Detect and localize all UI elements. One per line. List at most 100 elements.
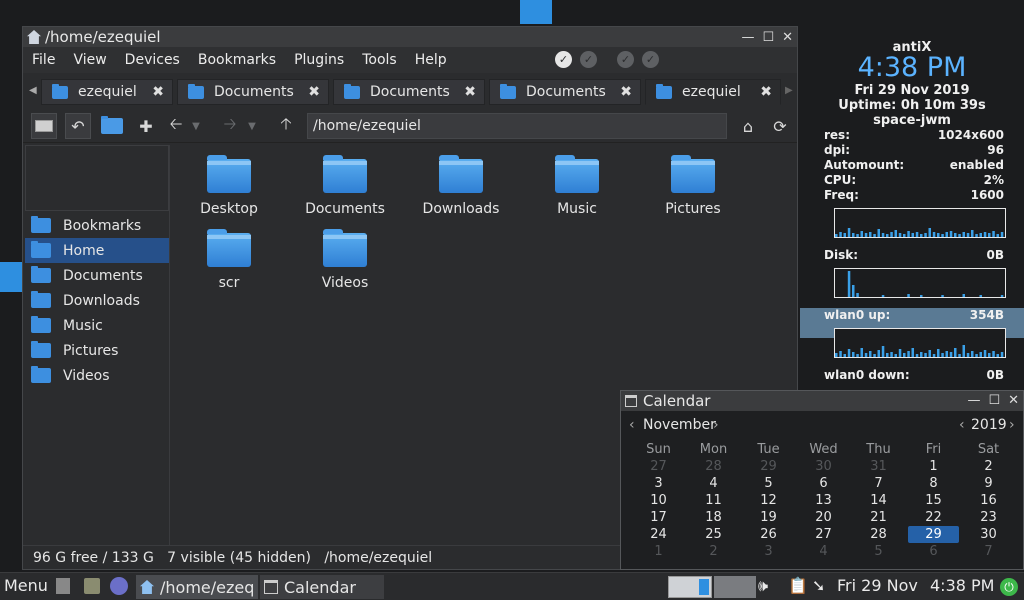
tab-close-icon[interactable]: ✖ bbox=[308, 84, 320, 100]
tab-1[interactable]: ezequiel ✖ bbox=[41, 79, 173, 105]
tab-close-icon[interactable]: ✖ bbox=[620, 84, 632, 100]
calendar-day[interactable]: 14 bbox=[853, 492, 904, 509]
calendar-day[interactable]: 9 bbox=[963, 475, 1014, 492]
new-folder-icon[interactable] bbox=[99, 113, 125, 139]
file-item-scr[interactable]: scr bbox=[179, 229, 279, 291]
forward-history-icon[interactable]: ▼ bbox=[245, 113, 259, 139]
calendar-day[interactable]: 6 bbox=[798, 475, 849, 492]
close-icon[interactable]: ✕ bbox=[1008, 391, 1019, 411]
sidebar-item-bookmarks[interactable]: Bookmarks bbox=[25, 213, 169, 238]
pager-desktop-1[interactable] bbox=[668, 576, 712, 598]
menu-devices[interactable]: Devices bbox=[116, 52, 189, 68]
calendar-day[interactable]: 4 bbox=[688, 475, 739, 492]
calendar-day[interactable]: 18 bbox=[688, 509, 739, 526]
file-item-videos[interactable]: Videos bbox=[295, 229, 395, 291]
next-year-icon[interactable]: › bbox=[1009, 417, 1015, 433]
calendar-day[interactable]: 30 bbox=[798, 458, 849, 475]
sidebar-item-videos[interactable]: Videos bbox=[25, 363, 169, 388]
calendar-day[interactable]: 5 bbox=[743, 475, 794, 492]
sidebar-item-home[interactable]: Home bbox=[25, 238, 169, 263]
clock-date[interactable]: Fri 29 Nov bbox=[837, 576, 918, 595]
tab-5-active[interactable]: ezequiel ✖ bbox=[645, 79, 781, 105]
pane-divider[interactable] bbox=[169, 145, 170, 545]
task-file-manager[interactable]: /home/ezeq bbox=[136, 575, 258, 599]
prev-year-icon[interactable]: ‹ bbox=[959, 417, 965, 433]
calendar-day[interactable]: 1 bbox=[908, 458, 959, 475]
show-desktop-icon[interactable] bbox=[56, 578, 70, 594]
sidebar-item-pictures[interactable]: Pictures bbox=[25, 338, 169, 363]
minimize-icon[interactable]: — bbox=[967, 391, 980, 411]
calendar-day[interactable]: 1 bbox=[633, 543, 684, 560]
drive-icon[interactable] bbox=[31, 113, 57, 139]
maximize-icon[interactable]: ☐ bbox=[762, 30, 774, 45]
maximize-icon[interactable]: ☐ bbox=[988, 391, 1000, 411]
tab-scroll-right-icon[interactable]: ▶ bbox=[785, 85, 793, 96]
back-icon[interactable]: 🡠 bbox=[163, 113, 189, 139]
file-item-downloads[interactable]: Downloads bbox=[411, 155, 511, 217]
panel-toggle-4-icon[interactable]: ✓ bbox=[642, 51, 659, 68]
calendar-day[interactable]: 22 bbox=[908, 509, 959, 526]
menu-tools[interactable]: Tools bbox=[353, 52, 406, 68]
clock-time[interactable]: 4:38 PM bbox=[930, 576, 994, 595]
tab-2[interactable]: Documents ✖ bbox=[177, 79, 329, 105]
panel-toggle-3-icon[interactable]: ✓ bbox=[617, 51, 634, 68]
refresh-icon[interactable]: ⟳ bbox=[767, 113, 793, 139]
calendar-day[interactable]: 16 bbox=[963, 492, 1014, 509]
calendar-day[interactable]: 3 bbox=[743, 543, 794, 560]
calendar-day[interactable]: 6 bbox=[908, 543, 959, 560]
calendar-day[interactable]: 12 bbox=[743, 492, 794, 509]
browser-launcher-icon[interactable] bbox=[110, 577, 128, 595]
calendar-day[interactable]: 13 bbox=[798, 492, 849, 509]
menu-file[interactable]: File bbox=[23, 52, 64, 68]
calendar-day[interactable]: 4 bbox=[798, 543, 849, 560]
calendar-day[interactable]: 21 bbox=[853, 509, 904, 526]
tab-close-icon[interactable]: ✖ bbox=[760, 84, 772, 100]
calendar-day[interactable]: 19 bbox=[743, 509, 794, 526]
file-item-music[interactable]: Music bbox=[527, 155, 627, 217]
calendar-day[interactable]: 30 bbox=[963, 526, 1014, 543]
calendar-day[interactable]: 20 bbox=[798, 509, 849, 526]
menu-help[interactable]: Help bbox=[406, 52, 456, 68]
calendar-day[interactable]: 3 bbox=[633, 475, 684, 492]
calendar-day[interactable]: 28 bbox=[688, 458, 739, 475]
calendar-day[interactable]: 29 bbox=[743, 458, 794, 475]
tab-close-icon[interactable]: ✖ bbox=[464, 84, 476, 100]
calendar-day[interactable]: 26 bbox=[743, 526, 794, 543]
calendar-day[interactable]: 17 bbox=[633, 509, 684, 526]
calendar-day-selected[interactable]: 29 bbox=[908, 526, 959, 543]
tab-3[interactable]: Documents ✖ bbox=[333, 79, 485, 105]
sidebar-item-music[interactable]: Music bbox=[25, 313, 169, 338]
calendar-day[interactable]: 8 bbox=[908, 475, 959, 492]
file-manager-titlebar[interactable]: /home/ezequiel — ☐ ✕ bbox=[23, 27, 797, 47]
back-history-icon[interactable]: ▼ bbox=[189, 113, 203, 139]
calendar-day[interactable]: 31 bbox=[853, 458, 904, 475]
up-icon[interactable]: 🡡 bbox=[273, 113, 299, 139]
file-manager-launcher-icon[interactable] bbox=[84, 578, 100, 594]
calendar-day[interactable]: 24 bbox=[633, 526, 684, 543]
start-menu-button[interactable]: Menu bbox=[4, 576, 48, 595]
calendar-day[interactable]: 15 bbox=[908, 492, 959, 509]
calendar-day[interactable]: 2 bbox=[963, 458, 1014, 475]
calendar-day[interactable]: 10 bbox=[633, 492, 684, 509]
file-item-documents[interactable]: Documents bbox=[295, 155, 395, 217]
calendar-day[interactable]: 5 bbox=[853, 543, 904, 560]
volume-icon[interactable]: 🕪 bbox=[758, 576, 768, 596]
home-icon[interactable]: ⌂ bbox=[735, 113, 761, 139]
pager-desktop-2[interactable] bbox=[714, 576, 756, 598]
forward-icon[interactable]: 🡢 bbox=[217, 113, 243, 139]
minimize-icon[interactable]: — bbox=[741, 30, 754, 45]
path-input[interactable]: /home/ezequiel bbox=[307, 113, 727, 139]
calendar-day[interactable]: 2 bbox=[688, 543, 739, 560]
menu-plugins[interactable]: Plugins bbox=[285, 52, 353, 68]
panel-toggle-2-icon[interactable]: ✓ bbox=[580, 51, 597, 68]
calendar-day[interactable]: 25 bbox=[688, 526, 739, 543]
sidebar-item-downloads[interactable]: Downloads bbox=[25, 288, 169, 313]
tab-4[interactable]: Documents ✖ bbox=[489, 79, 641, 105]
power-icon[interactable]: ⏻ bbox=[1000, 578, 1018, 596]
calendar-day[interactable]: 27 bbox=[633, 458, 684, 475]
calendar-day[interactable]: 7 bbox=[853, 475, 904, 492]
sidebar-item-documents[interactable]: Documents bbox=[25, 263, 169, 288]
file-item-desktop[interactable]: Desktop bbox=[179, 155, 279, 217]
calendar-day[interactable]: 11 bbox=[688, 492, 739, 509]
calendar-day[interactable]: 23 bbox=[963, 509, 1014, 526]
